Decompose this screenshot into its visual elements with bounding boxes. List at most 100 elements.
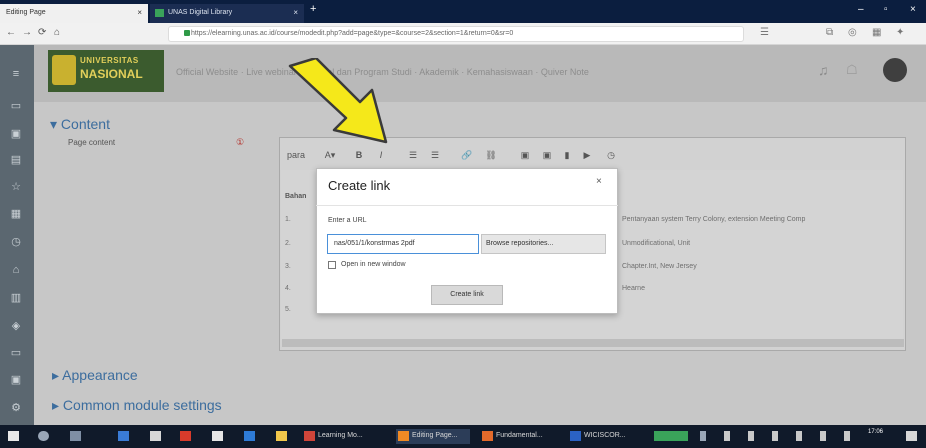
tab-label: Editing Page xyxy=(6,9,46,16)
unordered-list-icon[interactable]: ☰ xyxy=(406,148,420,162)
font-color-icon[interactable]: A▾ xyxy=(320,148,340,162)
taskbar-item[interactable]: Fundamental... xyxy=(480,429,558,444)
settings-icon[interactable]: ✦ xyxy=(896,27,904,38)
messages-icon[interactable]: ☖ xyxy=(846,62,858,78)
word-icon xyxy=(570,431,581,441)
section-appearance-header[interactable]: ▸ Appearance xyxy=(52,367,138,384)
dialog-divider xyxy=(316,205,618,206)
course-icon[interactable]: ▭ xyxy=(9,100,23,112)
start-icon[interactable] xyxy=(8,431,19,441)
close-tab-icon[interactable]: × xyxy=(293,8,298,17)
section-title: Common module settings xyxy=(62,397,222,413)
favicon-icon xyxy=(155,9,164,17)
section-content-header[interactable]: ▾ Content xyxy=(50,116,110,133)
annotation-arrow-icon xyxy=(288,58,388,144)
address-bar[interactable]: https://elearning.unas.ac.id/course/mode… xyxy=(168,26,744,42)
minimize-button[interactable]: – xyxy=(858,4,864,15)
dashboard-icon[interactable]: ◷ xyxy=(9,236,23,248)
battery-icon[interactable] xyxy=(654,431,688,441)
sync-icon[interactable]: ◎ xyxy=(848,27,857,38)
bold-icon[interactable]: B xyxy=(352,148,366,162)
url-field-label: Enter a URL xyxy=(328,217,367,224)
language-icon[interactable] xyxy=(844,431,850,441)
list-number: 1. xyxy=(285,216,291,223)
tab-digital-library[interactable]: UNAS Digital Library × xyxy=(150,4,304,23)
search-icon[interactable] xyxy=(38,431,49,441)
close-tab-icon[interactable]: × xyxy=(137,8,142,17)
library-icon[interactable]: ⧉ xyxy=(826,27,833,38)
required-icon: ① xyxy=(236,137,245,147)
volume-icon[interactable] xyxy=(820,431,826,441)
explorer-icon[interactable] xyxy=(150,431,161,441)
taskbar-label: Fundamental... xyxy=(496,432,543,439)
edge-icon[interactable] xyxy=(244,431,255,441)
firefox-icon xyxy=(398,431,409,441)
section-title: Appearance xyxy=(62,367,138,383)
record-video-icon[interactable]: ▶ xyxy=(580,148,594,162)
list-number: 5. xyxy=(285,306,291,313)
calendar-icon[interactable]: ▦ xyxy=(9,208,23,220)
home-icon[interactable]: ⌂ xyxy=(54,27,60,38)
taskbar-label: Learning Mo... xyxy=(318,432,363,439)
close-icon[interactable]: × xyxy=(596,176,602,187)
taskbar-clock[interactable]: 17:06 xyxy=(868,428,883,436)
home-icon[interactable]: ⌂ xyxy=(9,264,23,276)
taskbar-item[interactable]: WICISCOR... xyxy=(568,429,642,444)
grades-icon[interactable]: ▤ xyxy=(9,154,23,166)
tab-editing-page[interactable]: Editing Page × xyxy=(0,4,148,23)
taskbar-label: WICISCOR... xyxy=(584,432,626,439)
office-icon[interactable] xyxy=(180,431,191,441)
notifications-icon[interactable] xyxy=(906,431,917,441)
extension-icon[interactable]: ▦ xyxy=(872,27,881,38)
app-icon xyxy=(304,431,315,441)
forward-icon[interactable]: → xyxy=(22,27,32,38)
badge-icon[interactable]: ◈ xyxy=(9,320,23,332)
italic-icon[interactable]: I xyxy=(374,148,388,162)
url-input[interactable]: nas/051/1/konstrmas 2pdf xyxy=(327,234,479,254)
history-icon[interactable]: ◷ xyxy=(604,148,618,162)
link-icon[interactable]: 🔗 xyxy=(460,148,474,162)
logo-text: UNIVERSITAS xyxy=(80,56,139,65)
menu-icon[interactable]: ≡ xyxy=(9,68,23,80)
participants-icon[interactable]: ▣ xyxy=(9,128,23,140)
notification-bell-icon[interactable]: ♫ xyxy=(818,62,829,78)
media-icon[interactable]: ▣ xyxy=(540,148,554,162)
browse-repositories-button[interactable]: Browse repositories... xyxy=(481,234,606,254)
tray-icon[interactable] xyxy=(748,431,754,441)
files-icon[interactable]: ▥ xyxy=(9,292,23,304)
section-common-settings-header[interactable]: ▸ Common module settings xyxy=(52,397,222,414)
record-audio-icon[interactable]: ▮ xyxy=(560,148,574,162)
taskbar-item[interactable]: Editing Page... xyxy=(396,429,470,444)
editor-line: Unmodificational, Unit xyxy=(622,240,691,247)
close-window-button[interactable]: × xyxy=(910,4,916,15)
section-title: Content xyxy=(60,116,110,132)
files-icon[interactable] xyxy=(276,431,287,441)
taskbar-item[interactable]: Learning Mo... xyxy=(302,429,372,444)
tray-icon[interactable] xyxy=(724,431,730,441)
unlink-icon[interactable]: ⛓ xyxy=(484,148,498,162)
editor-scrollbar[interactable] xyxy=(282,339,904,347)
task-view-icon[interactable] xyxy=(70,431,81,441)
create-link-button[interactable]: Create link xyxy=(431,285,503,305)
taskbar-label: Editing Page... xyxy=(412,432,458,439)
folder-icon[interactable]: ▭ xyxy=(9,347,23,359)
mail-icon[interactable] xyxy=(212,431,223,441)
ordered-list-icon[interactable]: ☰ xyxy=(428,148,442,162)
paragraph-style-icon[interactable]: para xyxy=(287,148,305,162)
star-icon[interactable]: ☆ xyxy=(9,181,23,193)
avatar[interactable] xyxy=(883,58,907,82)
maximize-button[interactable]: ▫ xyxy=(884,4,888,15)
bookmarks-icon[interactable]: ☰ xyxy=(760,27,769,38)
store-icon[interactable] xyxy=(118,431,129,441)
new-tab-button[interactable]: + xyxy=(310,3,316,15)
back-icon[interactable]: ← xyxy=(6,27,16,38)
admin-icon[interactable]: ⚙ xyxy=(9,402,23,414)
open-new-window-checkbox[interactable] xyxy=(328,261,336,269)
sitehome-icon[interactable]: ▣ xyxy=(9,374,23,386)
tray-icon[interactable] xyxy=(700,431,706,441)
reload-icon[interactable]: ⟳ xyxy=(38,27,46,38)
tray-icon[interactable] xyxy=(772,431,778,441)
list-number: 4. xyxy=(285,285,291,292)
image-icon[interactable]: ▣ xyxy=(518,148,532,162)
network-icon[interactable] xyxy=(796,431,802,441)
